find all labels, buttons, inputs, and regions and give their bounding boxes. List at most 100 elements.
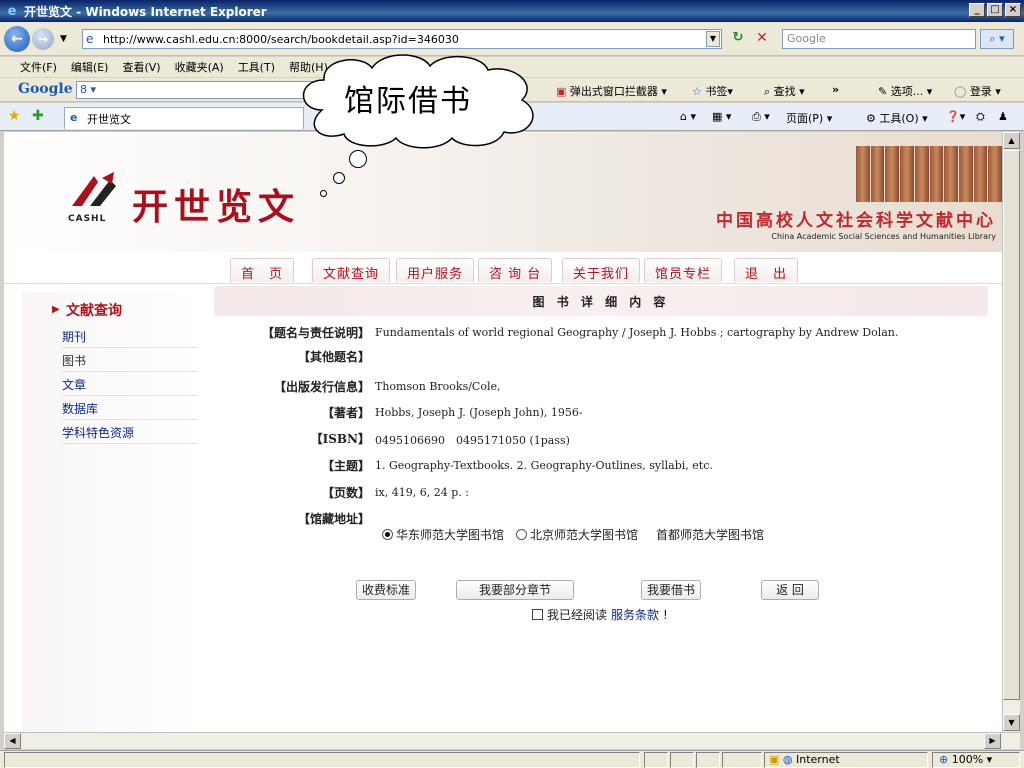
menu-favorites[interactable]: 收藏夹(A): [175, 59, 224, 75]
detail-label: 【主题】: [321, 459, 370, 473]
borrow-book-button[interactable]: 我要借书: [641, 580, 701, 600]
detail-header: 图 书 详 细 内 容: [214, 286, 988, 316]
library-radio-bnu[interactable]: 北京师范大学图书馆: [516, 526, 638, 543]
library-radio-group: 华东师范大学图书馆 北京师范大学图书馆 首都师范大学图书馆: [382, 526, 764, 543]
detail-label: 【ISBN】: [310, 432, 370, 446]
history-dropdown-icon[interactable]: ▼: [60, 34, 67, 44]
find-button[interactable]: ⌕ 查找 ▾: [764, 83, 805, 99]
callout-dot: [333, 172, 345, 184]
zone-indicator[interactable]: ▣ ◍ Internet: [764, 752, 928, 768]
library-radio-ecnu[interactable]: 华东师范大学图书馆: [382, 526, 504, 543]
page-menu-label: 页面(P): [786, 112, 824, 125]
address-dropdown-icon[interactable]: ▼: [706, 31, 720, 47]
find-label: 查找: [773, 85, 796, 98]
detail-label: 【出版发行信息】: [273, 380, 370, 394]
menu-tools[interactable]: 工具(T): [238, 59, 275, 75]
scroll-right-icon[interactable]: ▶: [984, 733, 1001, 749]
forward-button[interactable]: →: [32, 27, 54, 50]
sidebar-title: 文献查询: [66, 303, 122, 319]
scroll-down-icon[interactable]: ▼: [1003, 714, 1020, 731]
sidebar-item-databases[interactable]: 数据库: [62, 396, 197, 420]
detail-value: 0495106690 0495171050 (1pass): [375, 434, 570, 447]
nav-logout[interactable]: 退 出: [734, 258, 799, 282]
menu-edit[interactable]: 编辑(E): [71, 59, 109, 75]
library-label: 华东师范大学图书馆: [396, 528, 505, 542]
close-button[interactable]: ×: [1005, 3, 1021, 17]
horizontal-scrollbar[interactable]: ◀ ▶: [4, 732, 1020, 749]
detail-label: 【其他题名】: [297, 350, 370, 364]
login-button[interactable]: ◯ 登录 ▾: [954, 83, 1001, 99]
library-radio-cnu[interactable]: 首都师范大学图书馆: [656, 526, 764, 543]
status-cell: [644, 752, 668, 768]
fee-standard-button[interactable]: 收费标准: [356, 580, 416, 600]
research-icon[interactable]: ⛭: [976, 110, 985, 124]
nav-user-service[interactable]: 用户服务: [396, 258, 475, 282]
callout-dot: [320, 190, 327, 197]
tab-current[interactable]: e 开世览文: [64, 107, 304, 129]
popup-blocker-button[interactable]: ▣ 弹出式窗口拦截器 ▾: [556, 83, 667, 99]
google-search-input[interactable]: 8 ▾: [76, 81, 316, 99]
nav-search[interactable]: 文献查询: [312, 258, 391, 282]
page-viewport: CASHL 开世览文 中国高校人文社会科学文献中心 China Academic…: [4, 132, 1002, 732]
more-button[interactable]: »: [832, 83, 839, 96]
nav-help-desk[interactable]: 咨 询 台: [478, 258, 553, 282]
help-icon[interactable]: ❓▾: [946, 110, 965, 123]
back-page-button[interactable]: 返 回: [761, 580, 819, 600]
sidebar-item-journals[interactable]: 期刊: [62, 324, 197, 348]
caret-right-icon: ▶: [52, 304, 60, 315]
terms-link[interactable]: 服务条款: [611, 606, 659, 623]
search-input[interactable]: Google: [782, 29, 976, 49]
stop-icon[interactable]: ✕: [752, 30, 772, 48]
popup-blocker-icon: ▣: [556, 85, 567, 98]
menu-view[interactable]: 查看(V): [122, 59, 160, 75]
nav-about[interactable]: 关于我们: [562, 258, 641, 282]
tab-title: 开世览文: [87, 113, 131, 126]
menu-file[interactable]: 文件(F): [20, 59, 57, 75]
address-input[interactable]: e http://www.cashl.edu.cn:8000/search/bo…: [82, 29, 722, 49]
refresh-icon[interactable]: ↻: [728, 30, 748, 48]
library-label: 首都师范大学图书馆: [656, 528, 765, 542]
page-icon: e: [86, 32, 94, 46]
print-icon[interactable]: ⎙ ▾: [752, 110, 770, 124]
login-label: 登录: [969, 85, 992, 98]
tools-menu-label: 工具(O): [879, 112, 919, 125]
sidebar: ▶ 文献查询 期刊 图书 文章 数据库 学科特色资源: [22, 292, 197, 732]
feeds-icon[interactable]: ▦ ▾: [712, 110, 731, 123]
scroll-left-icon[interactable]: ◀: [4, 733, 21, 749]
add-favorites-icon[interactable]: ✚: [32, 108, 44, 124]
bookmarks-label: 书签: [705, 85, 728, 98]
page-menu[interactable]: 页面(P) ▾: [786, 110, 832, 126]
search-button[interactable]: ⌕ ▾: [980, 29, 1014, 49]
back-button[interactable]: ←: [4, 25, 30, 52]
maximize-button[interactable]: □: [987, 3, 1003, 17]
globe-icon: ◍: [782, 753, 793, 766]
terms-checkbox[interactable]: [532, 609, 543, 620]
sidebar-item-articles[interactable]: 文章: [62, 372, 197, 396]
nav-librarian[interactable]: 馆员专栏: [644, 258, 723, 282]
sidebar-item-books[interactable]: 图书: [62, 348, 197, 372]
star-icon: ☆: [692, 85, 702, 98]
find-icon: ⌕: [764, 85, 771, 98]
sidebar-item-special[interactable]: 学科特色资源: [62, 420, 197, 444]
home-icon[interactable]: ⌂ ▾: [680, 110, 696, 123]
messenger-icon[interactable]: ♟: [998, 110, 1008, 123]
nav-home[interactable]: 首 页: [230, 258, 295, 282]
scroll-thumb[interactable]: [1003, 150, 1020, 700]
scroll-up-icon[interactable]: ▲: [1003, 132, 1020, 149]
zoom-control[interactable]: ⊕ 100% ▾: [932, 752, 1020, 768]
favorites-star-icon[interactable]: ★: [8, 108, 21, 124]
tools-menu[interactable]: ⚙ 工具(O) ▾: [866, 110, 928, 126]
window-title: 开世览文 - Windows Internet Explorer: [24, 4, 267, 19]
org-name-cn: 中国高校人文社会科学文献中心: [716, 211, 996, 231]
minimize-button[interactable]: _: [969, 3, 985, 17]
detail-row-subject: 【主题】 1. Geography-Textbooks. 2. Geograph…: [214, 457, 994, 481]
options-button[interactable]: ✎ 选项... ▾: [878, 83, 932, 99]
tab-page-icon: e: [70, 111, 78, 124]
bookmarks-button[interactable]: ☆ 书签▾: [692, 83, 733, 99]
partial-chapters-button[interactable]: 我要部分章节: [456, 580, 574, 600]
vertical-scrollbar[interactable]: ▲ ▼: [1002, 132, 1020, 732]
detail-row-author: 【著者】 Hobbs, Joseph J. (Joseph John), 195…: [214, 404, 994, 428]
detail-row-other-title: 【其他题名】: [214, 348, 994, 372]
detail-value: Thomson Brooks/Cole,: [375, 380, 501, 393]
detail-label: 【著者】: [321, 406, 370, 420]
